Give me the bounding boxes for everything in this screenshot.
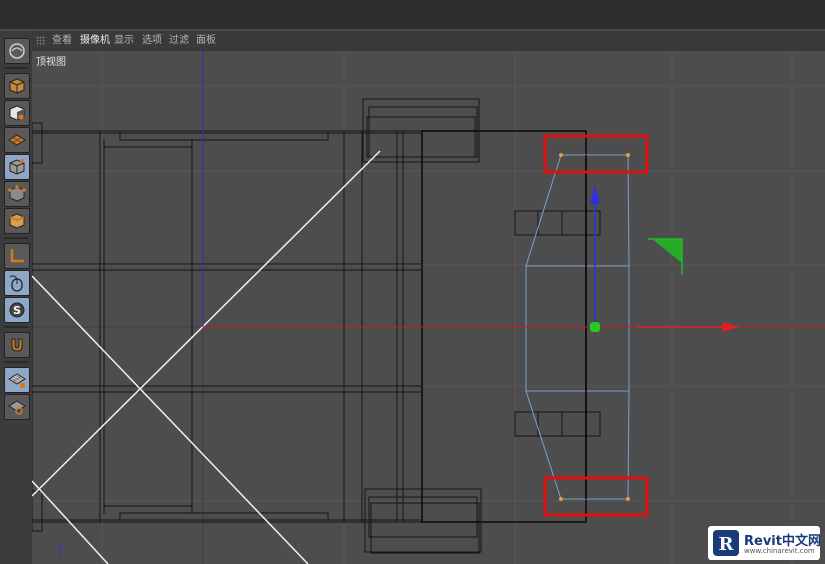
edges-icon[interactable] — [4, 208, 30, 234]
workplane-icon[interactable] — [4, 394, 30, 420]
grip-icon[interactable] — [36, 36, 46, 46]
revit-logo-icon: R — [713, 530, 739, 556]
window-title-bar — [0, 0, 825, 29]
viewport-menu-bar: 查看 摄像机 显示 选项 过滤 面板 — [32, 31, 825, 52]
menu-panel[interactable]: 面板 — [196, 34, 216, 48]
svg-text:R: R — [719, 534, 735, 555]
menu-display[interactable]: 显示 — [114, 34, 134, 48]
menu-view[interactable]: 查看 — [52, 34, 72, 48]
tweak-icon[interactable] — [4, 270, 30, 296]
watermark: R Revit中文网 www.chinarevit.com — [708, 526, 821, 560]
top-view-viewport[interactable]: 顶视图 — [32, 51, 825, 564]
menu-filter[interactable]: 过滤 — [169, 34, 189, 48]
snap-icon[interactable]: S — [4, 297, 30, 323]
model-icon[interactable] — [4, 73, 30, 99]
grid-main — [32, 51, 825, 564]
axis-icon[interactable] — [4, 243, 30, 269]
watermark-url: www.chinarevit.com — [744, 547, 815, 555]
magnet-icon[interactable] — [4, 332, 30, 358]
scene-canvas[interactable] — [32, 51, 825, 564]
construction-lines — [32, 150, 381, 564]
undo-view-icon[interactable] — [4, 38, 30, 64]
menu-camera[interactable]: 摄像机 — [80, 34, 110, 48]
workplane-lock-icon[interactable] — [4, 367, 30, 393]
grid — [32, 51, 825, 564]
mode-toolbar: S — [0, 31, 33, 564]
viewport-label: 顶视图 — [36, 57, 66, 68]
move-gizmo — [590, 184, 740, 332]
texture-icon[interactable] — [4, 100, 30, 126]
svg-text:S: S — [13, 304, 21, 317]
object-icon[interactable] — [4, 154, 30, 180]
points-icon[interactable] — [4, 181, 30, 207]
texture-axis-icon[interactable] — [4, 127, 30, 153]
menu-options[interactable]: 选项 — [142, 34, 162, 48]
